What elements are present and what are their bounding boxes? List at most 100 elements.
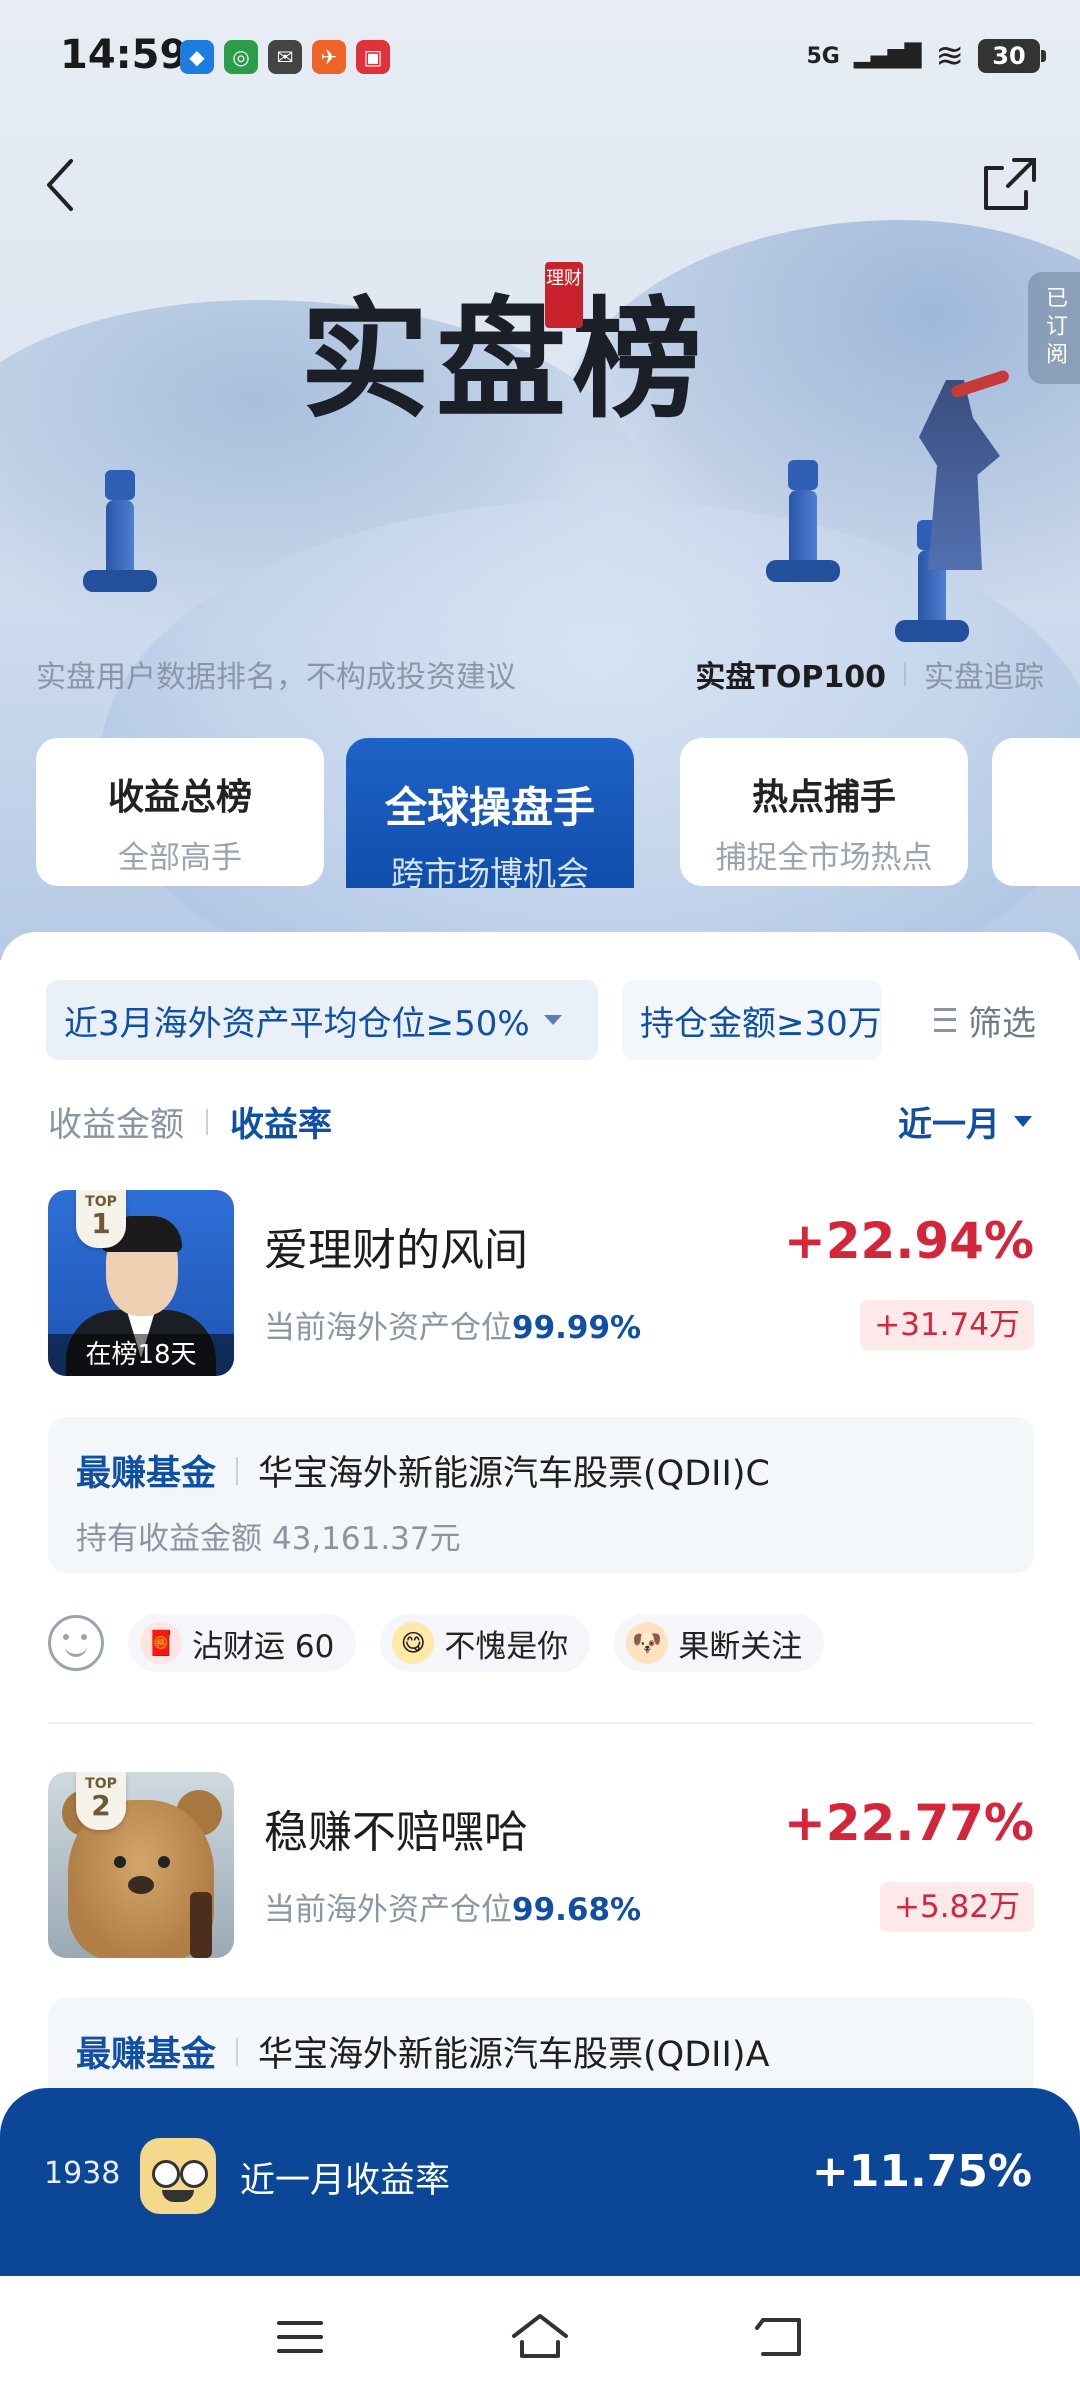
disclaimer-text: 实盘用户数据排名，不构成投资建议 bbox=[36, 660, 516, 695]
tab-global-trader[interactable]: 全球操盘手 跨市场博机会 bbox=[346, 738, 634, 888]
chess-piece-art bbox=[766, 460, 840, 582]
reaction-pill[interactable]: 😋 不愧是你 bbox=[380, 1614, 591, 1672]
smile-emoji-icon: 😋 bbox=[392, 1622, 435, 1664]
period-label: 近一月 bbox=[898, 1105, 1000, 1145]
on-list-days: 在榜18天 bbox=[48, 1334, 234, 1376]
overseas-position: 当前海外资产仓位99.99% bbox=[264, 1310, 642, 1346]
tab-title: 热点捕手 bbox=[751, 777, 896, 818]
app-icon-5: ▣ bbox=[356, 40, 390, 74]
menu-icon bbox=[277, 2321, 323, 2353]
back-button[interactable] bbox=[30, 150, 90, 220]
status-right: 5G ▂▄▆█ ≋ 30 bbox=[806, 36, 1046, 76]
app-icon-4: ✈ bbox=[312, 40, 346, 74]
reaction-pill[interactable]: 🐶 果断关注 bbox=[614, 1614, 825, 1672]
filter-chip-overseas[interactable]: 近3月海外资产平均仓位≥50% bbox=[46, 980, 598, 1060]
filter-chip-label: 持仓金额≥30万 bbox=[640, 1003, 882, 1044]
signal-bars-icon: ▂▄▆█ bbox=[853, 43, 922, 69]
notification-icons: ◆ ◎ ✉ ✈ ▣ bbox=[180, 40, 390, 74]
share-icon bbox=[984, 158, 1036, 210]
avatar[interactable]: TOP 1 在榜18天 bbox=[48, 1190, 234, 1376]
top-fund-card[interactable]: 最赚基金 华宝海外新能源汽车股票(QDII)C 持有收益金额 43,161.37… bbox=[48, 1417, 1034, 1573]
overseas-position: 当前海外资产仓位99.68% bbox=[264, 1892, 642, 1928]
tab-undervalued[interactable]: 低估 买好 bbox=[992, 738, 1080, 886]
tab-subtitle: 捕捉全市场热点 bbox=[715, 840, 933, 876]
my-rank-label: 近一月收益率 bbox=[240, 2161, 451, 2201]
share-button[interactable] bbox=[974, 150, 1044, 220]
fund-divider bbox=[236, 2037, 239, 2066]
my-rank-bar[interactable]: 1938 近一月收益率 +11.75% bbox=[0, 2088, 1080, 2276]
wifi-icon: ≋ bbox=[935, 36, 965, 76]
return-rate: +22.77% bbox=[783, 1794, 1034, 1852]
sort-options: 收益金额 收益率 bbox=[48, 1097, 332, 1146]
row-divider bbox=[48, 1722, 1034, 1724]
filter-button[interactable]: 筛选 bbox=[934, 980, 1036, 1060]
subscribed-tag[interactable]: 已订阅 bbox=[1028, 272, 1080, 384]
user-name[interactable]: 稳赚不赔嘿哈 bbox=[264, 1796, 528, 1860]
tab-total-return[interactable]: 收益总榜 全部高手 bbox=[36, 738, 324, 886]
system-nav-bar bbox=[0, 2276, 1080, 2400]
return-amount: +31.74万 bbox=[860, 1300, 1034, 1350]
tab-title: 收益总榜 bbox=[107, 777, 252, 818]
return-amount: +5.82万 bbox=[880, 1882, 1034, 1932]
link-tracking[interactable]: 实盘追踪 bbox=[924, 652, 1044, 696]
back-arrow-icon bbox=[755, 2318, 801, 2356]
status-time: 14:59 bbox=[60, 32, 188, 78]
sort-divider bbox=[206, 1108, 208, 1135]
tab-subtitle: 买好 bbox=[992, 832, 1080, 877]
filter-icon bbox=[934, 1008, 956, 1032]
tab-subtitle: 全部高手 bbox=[118, 840, 242, 876]
link-top100[interactable]: 实盘TOP100 bbox=[695, 652, 886, 696]
chess-piece-art bbox=[83, 470, 157, 592]
app-icon-1: ◆ bbox=[180, 40, 214, 74]
my-avatar bbox=[140, 2138, 216, 2214]
chevron-left-icon bbox=[47, 159, 73, 211]
fund-label: 最赚基金 bbox=[76, 2035, 217, 2075]
sort-amount[interactable]: 收益金额 bbox=[48, 1097, 184, 1146]
top-rank-badge: TOP 1 bbox=[76, 1190, 126, 1248]
filter-label: 筛选 bbox=[968, 1003, 1036, 1044]
tab-title: 低估 bbox=[992, 768, 1080, 820]
link-divider bbox=[904, 662, 906, 686]
top-rank-badge: TOP 2 bbox=[76, 1772, 126, 1830]
tab-title: 全球操盘手 bbox=[384, 783, 595, 832]
fund-divider bbox=[236, 1456, 239, 1485]
banner-title: 实盘榜 bbox=[300, 283, 709, 436]
return-rate: +22.94% bbox=[783, 1212, 1034, 1270]
seal-stamp: 理财 bbox=[545, 262, 583, 328]
caret-down-icon bbox=[1014, 1116, 1032, 1127]
fund-name: 华宝海外新能源汽车股票(QDII)C bbox=[258, 1454, 770, 1494]
hero-banner: 14:59 ◆ ◎ ✉ ✈ ▣ 5G ▂▄▆█ ≋ 30 已订阅 实盘榜 理财 实盘用户… bbox=[0, 0, 1080, 960]
filter-chip-holding[interactable]: 持仓金额≥30万 bbox=[622, 980, 882, 1060]
reaction-bar: 🧧 沾财运 60 😋 不愧是你 🐶 果断关注 bbox=[48, 1614, 825, 1672]
ranking-row-1[interactable]: TOP 1 在榜18天 爱理财的风间 当前海外资产仓位99.99% +22.94… bbox=[48, 1190, 1034, 1376]
status-bar: 14:59 ◆ ◎ ✉ ✈ ▣ 5G ▂▄▆█ ≋ 30 bbox=[0, 0, 1080, 110]
app-icon-2: ◎ bbox=[224, 40, 258, 74]
hero-links: 实盘TOP100 实盘追踪 bbox=[695, 652, 1044, 696]
battery-icon: 30 bbox=[978, 39, 1046, 73]
wechat-icon: ✉ bbox=[268, 40, 302, 74]
sort-rate[interactable]: 收益率 bbox=[230, 1097, 332, 1146]
my-return-rate: +11.75% bbox=[811, 2146, 1032, 2197]
tab-subtitle: 跨市场博机会 bbox=[391, 854, 589, 888]
avatar[interactable]: TOP 2 bbox=[48, 1772, 234, 1958]
ranking-row-2[interactable]: TOP 2 稳赚不赔嘿哈 当前海外资产仓位99.68% +22.77% +5.8… bbox=[48, 1772, 1034, 1958]
reaction-pill[interactable]: 🧧 沾财运 60 bbox=[128, 1614, 357, 1672]
menu-nav-button[interactable] bbox=[260, 2302, 340, 2372]
home-icon bbox=[512, 2314, 568, 2358]
fund-name: 华宝海外新能源汽车股票(QDII)A bbox=[258, 2035, 770, 2075]
fund-gain: 持有收益金额 43,161.37元 bbox=[76, 1521, 461, 1557]
fund-label: 最赚基金 bbox=[76, 1454, 217, 1494]
filter-chip-label: 近3月海外资产平均仓位≥50% bbox=[64, 1003, 530, 1044]
caret-down-icon bbox=[543, 1015, 562, 1025]
period-select[interactable]: 近一月 bbox=[898, 1097, 1032, 1146]
my-rank-number: 1938 bbox=[44, 2156, 121, 2191]
dog-emoji-icon: 🐶 bbox=[626, 1622, 669, 1664]
category-tabs: 收益总榜 全部高手 全球操盘手 跨市场博机会 热点捕手 捕捉全市场热点 低估 买… bbox=[36, 738, 1080, 888]
home-nav-button[interactable] bbox=[500, 2302, 580, 2372]
signal-icon: 5G bbox=[806, 43, 840, 69]
add-reaction-icon[interactable] bbox=[48, 1615, 104, 1671]
user-name[interactable]: 爱理财的风间 bbox=[264, 1214, 528, 1278]
red-envelope-icon: 🧧 bbox=[140, 1622, 182, 1664]
back-nav-button[interactable] bbox=[740, 2302, 820, 2372]
tab-hotspot[interactable]: 热点捕手 捕捉全市场热点 bbox=[680, 738, 968, 886]
